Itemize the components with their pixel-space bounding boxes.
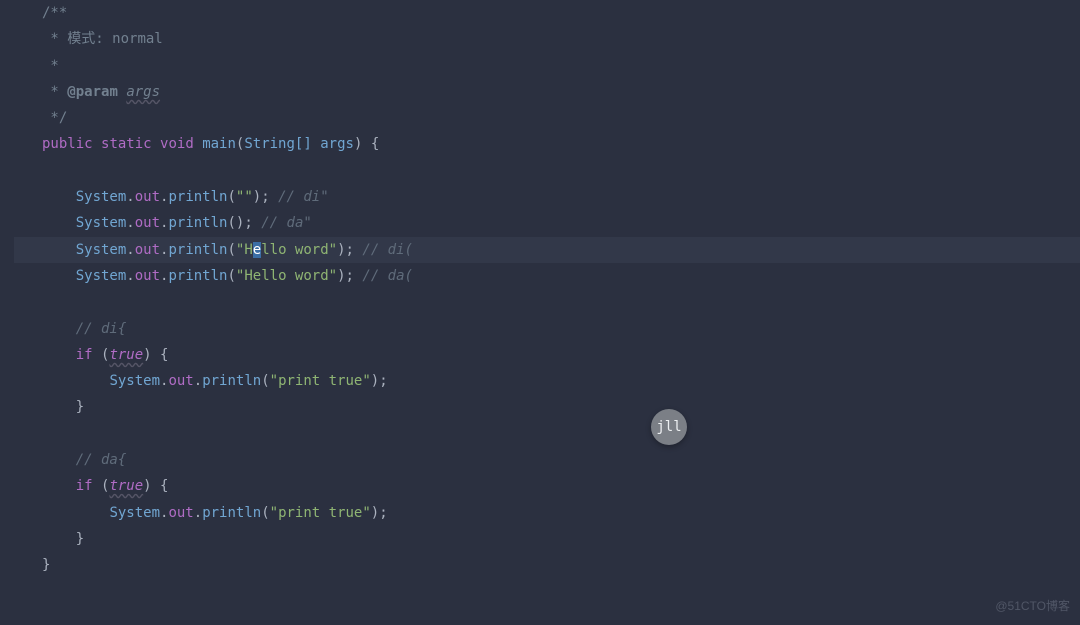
code-line: if (true) { [14,342,1080,368]
kw: if [76,347,93,363]
code-line: System.out.println("print true"); [14,368,1080,394]
type: String[] [244,136,311,152]
code-line: * 模式: normal [14,26,1080,52]
punct: { [371,136,379,152]
kw: if [76,478,93,494]
comment: // di" [278,189,329,205]
field: out [135,268,160,284]
string: "print true" [270,373,371,389]
code-line: public static void main(String[] args) { [14,131,1080,157]
string: llo word" [261,242,337,258]
method: println [168,189,227,205]
field: out [135,242,160,258]
cursor: e [253,242,261,258]
doc-star: * [42,58,59,74]
doc-close: */ [42,110,67,126]
code-line: System.out.println("Hello word"); // da( [14,263,1080,289]
comment: // da" [261,215,312,231]
code-line: /** [14,0,1080,26]
fn-name: main [202,136,236,152]
method: println [168,242,227,258]
method: println [168,215,227,231]
code-line: // di{ [14,316,1080,342]
gutter [0,0,14,625]
code-editor[interactable]: /** * 模式: normal * * @param args */ publ… [14,0,1080,625]
var: args [320,136,354,152]
code-line: } [14,526,1080,552]
code-line: * @param args [14,79,1080,105]
code-line: if (true) { [14,473,1080,499]
code-line [14,421,1080,447]
code-line: */ [14,105,1080,131]
kw: void [160,136,194,152]
field: out [135,215,160,231]
punct: } [42,557,50,573]
comment: // di{ [76,321,127,337]
code-line: } [14,394,1080,420]
method: println [202,373,261,389]
doc-open: /** [42,5,67,21]
ident: System [76,215,127,231]
doc-text: 模式: [59,31,112,47]
method: println [168,268,227,284]
string: "Hello word" [236,268,337,284]
string: "print true" [270,505,371,521]
method: println [202,505,261,521]
watermark: @51CTO博客 [995,593,1070,619]
keycap-text: jll [656,414,681,440]
comment: // da( [362,268,413,284]
comment: // da{ [76,452,127,468]
code-line: * [14,53,1080,79]
code-line: System.out.println("print true"); [14,500,1080,526]
code-line: System.out.println(""); // di" [14,184,1080,210]
kw: public [42,136,93,152]
ident: System [76,242,127,258]
code-line [14,158,1080,184]
doc-tag: @param [67,84,118,100]
ident: System [109,373,160,389]
string: "" [236,189,253,205]
doc-star: * [42,84,59,100]
string: "H [236,242,253,258]
ident: System [76,189,127,205]
code-line: System.out.println(); // da" [14,210,1080,236]
field: out [168,373,193,389]
ident: System [109,505,160,521]
code-line-current: System.out.println("Hello word"); // di( [14,237,1080,263]
code-line: } [14,552,1080,578]
bool: true [109,478,143,494]
field: out [135,189,160,205]
code-line: // da{ [14,447,1080,473]
code-line [14,289,1080,315]
doc-star: * [42,31,59,47]
field: out [168,505,193,521]
doc-param: args [126,84,160,100]
kw: static [101,136,152,152]
punct: } [76,531,84,547]
comment: // di( [362,242,413,258]
doc-text: normal [112,31,163,47]
punct: } [76,399,84,415]
bool: true [109,347,143,363]
keycap-overlay: jll [651,409,687,445]
ident: System [76,268,127,284]
